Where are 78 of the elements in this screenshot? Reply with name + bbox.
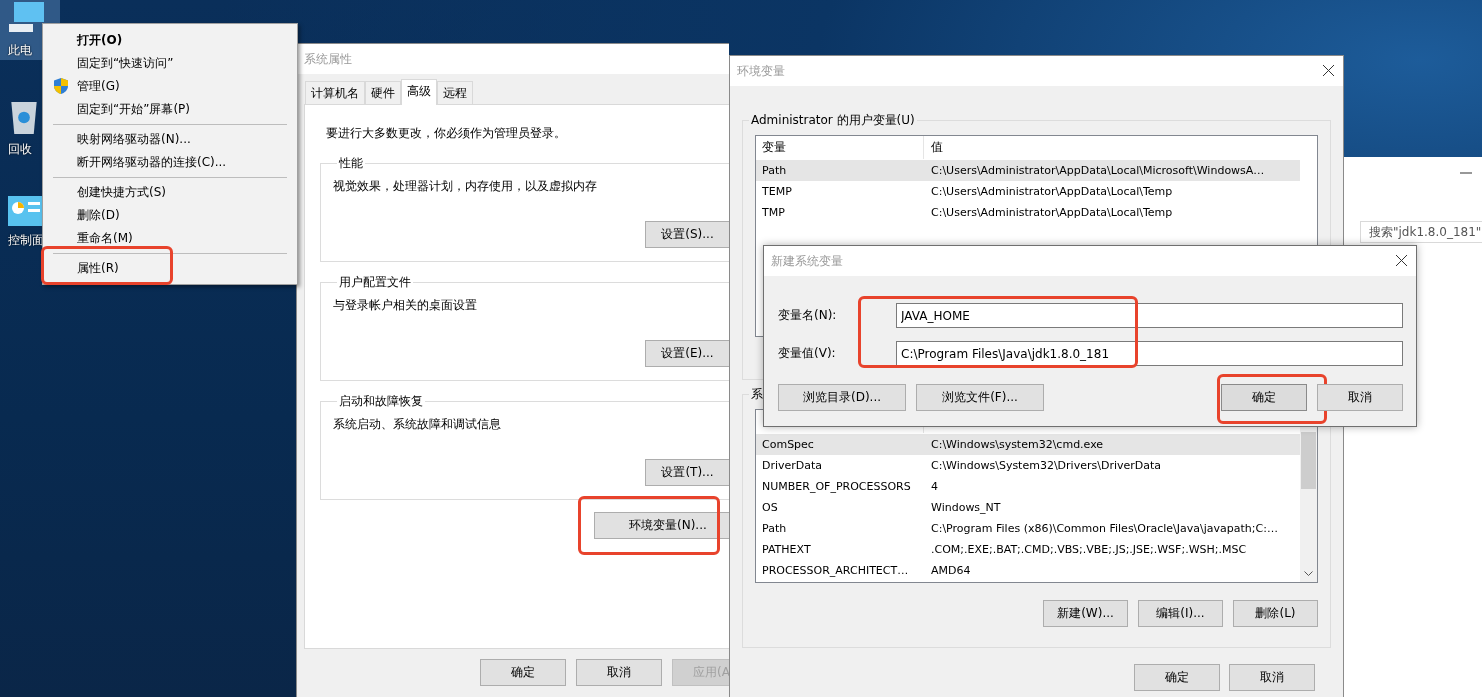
input-field[interactable]: JAVA_HOME: [896, 303, 1403, 328]
variable-value: C:\Program Files (x86)\Common Files\Oracle\Java\javapath;C:…: [930, 522, 1278, 535]
list-action-button[interactable]: 编辑(I)...: [1138, 600, 1223, 627]
browse-button[interactable]: 浏览文件(F)...: [916, 384, 1044, 411]
tab[interactable]: 硬件: [365, 81, 401, 104]
tab[interactable]: 计算机名: [305, 81, 365, 104]
group-description: 系统启动、系统故障和调试信息: [333, 416, 502, 433]
variable-name: DriverData: [761, 459, 824, 472]
settings-button[interactable]: 设置(E)...: [645, 340, 729, 367]
dialog-button[interactable]: 确定: [1134, 664, 1220, 691]
dialog-button[interactable]: 确定: [480, 659, 566, 686]
variable-value: 4: [930, 480, 938, 493]
variable-name: ComSpec: [761, 438, 815, 451]
variable-name: Path: [761, 522, 788, 535]
input-field[interactable]: C:\Program Files\Java\jdk1.8.0_181: [896, 341, 1403, 366]
scrollbar-thumb[interactable]: [1301, 432, 1316, 489]
dialog-title: 新建系统变量: [771, 252, 843, 270]
window-title: 环境变量: [737, 62, 785, 80]
field-label: 变量名(N):: [778, 307, 838, 324]
group-title: 系: [750, 386, 764, 403]
list-row[interactable]: OS Windows_NT: [756, 497, 1300, 518]
settings-button[interactable]: 设置(T)...: [645, 459, 729, 486]
group-title: Administrator 的用户变量(U): [750, 112, 916, 129]
group-title: 性能: [338, 155, 364, 172]
variable-name: TEMP: [761, 185, 793, 198]
list-row[interactable]: PATHEXT .COM;.EXE;.BAT;.CMD;.VBS;.VBE;.JS;.JSE;.WSF;.WSH;.MSC: [756, 539, 1300, 560]
variable-value: Windows_NT: [930, 501, 1001, 514]
search-field[interactable]: 搜索"jdk1.8.0_181": [1360, 221, 1482, 243]
tab[interactable]: 远程: [437, 81, 473, 104]
list-row[interactable]: PROCESSOR_ARCHITECT… AMD64: [756, 560, 1300, 581]
desktop-icon-label: 此电: [8, 42, 32, 59]
list-row[interactable]: ComSpec C:\Windows\system32\cmd.exe: [756, 434, 1300, 455]
list-row[interactable]: Path C:\Users\Administrator\AppData\Local\Microsoft\WindowsA…: [756, 160, 1300, 181]
field-label: 变量值(V):: [778, 345, 837, 362]
list-row[interactable]: DriverData C:\Windows\System32\Drivers\DriverData: [756, 455, 1300, 476]
group-title: 用户配置文件: [338, 274, 412, 291]
menu-item[interactable]: 属性(R): [43, 257, 131, 280]
dialog-button[interactable]: 取消: [576, 659, 662, 686]
variable-value: C:\Windows\System32\Drivers\DriverData: [930, 459, 1162, 472]
list-row[interactable]: TEMP C:\Users\Administrator\AppData\Local\Temp: [756, 181, 1300, 202]
variable-value: C:\Users\Administrator\AppData\Local\Temp: [930, 185, 1173, 198]
scroll-down-icon[interactable]: [1304, 571, 1313, 576]
variable-name: OS: [761, 501, 779, 514]
variable-value: C:\Users\Administrator\AppData\Local\Temp: [930, 206, 1173, 219]
group-description: 视觉效果，处理器计划，内存使用，以及虚拟内存: [333, 178, 598, 195]
tab[interactable]: 高级: [401, 79, 437, 105]
variable-name: PROCESSOR_ARCHITECT…: [761, 564, 910, 577]
close-icon[interactable]: [1323, 65, 1334, 76]
notice-text: 要进行大多数更改，你必须作为管理员登录。: [325, 125, 567, 142]
group-title: 启动和故障恢复: [338, 393, 424, 410]
desktop-icon-label: 回收: [8, 141, 32, 158]
variable-name: PATHEXT: [761, 543, 812, 556]
dialog-button[interactable]: 确定: [1221, 384, 1307, 411]
window-title: 系统属性: [304, 50, 352, 68]
column-header[interactable]: 变量: [756, 136, 924, 159]
environment-variables-button[interactable]: 环境变量(N)...: [594, 512, 729, 539]
variable-value: AMD64: [930, 564, 971, 577]
close-icon[interactable]: [1396, 255, 1407, 266]
list-action-button[interactable]: 删除(L): [1233, 600, 1318, 627]
list-row[interactable]: TMP C:\Users\Administrator\AppData\Local\Temp: [756, 202, 1300, 223]
variable-value: C:\Users\Administrator\AppData\Local\Microsoft\WindowsA…: [930, 164, 1265, 177]
dialog-button[interactable]: 取消: [1229, 664, 1315, 691]
variable-value: .COM;.EXE;.BAT;.CMD;.VBS;.VBE;.JS;.JSE;.WSF;.WSH;.MSC: [930, 543, 1247, 556]
settings-button[interactable]: 设置(S)...: [645, 221, 729, 248]
variable-name: NUMBER_OF_PROCESSORS: [761, 480, 912, 493]
column-header[interactable]: 值: [924, 139, 943, 156]
shield-icon: [54, 78, 68, 94]
list-action-button[interactable]: 新建(W)...: [1043, 600, 1128, 627]
dialog-button[interactable]: 取消: [1317, 384, 1403, 411]
variable-name: Path: [761, 164, 788, 177]
group-description: 与登录帐户相关的桌面设置: [333, 297, 478, 314]
variable-name: TMP: [761, 206, 786, 219]
list-row[interactable]: Path C:\Program Files (x86)\Common Files\Oracle\Java\javapath;C:…: [756, 518, 1300, 539]
list-row[interactable]: NUMBER_OF_PROCESSORS 4: [756, 476, 1300, 497]
control-panel-icon: [8, 196, 44, 226]
variable-value: C:\Windows\system32\cmd.exe: [930, 438, 1104, 451]
browse-button[interactable]: 浏览目录(D)...: [778, 384, 906, 411]
desktop-icon-label: 控制面: [8, 232, 44, 249]
